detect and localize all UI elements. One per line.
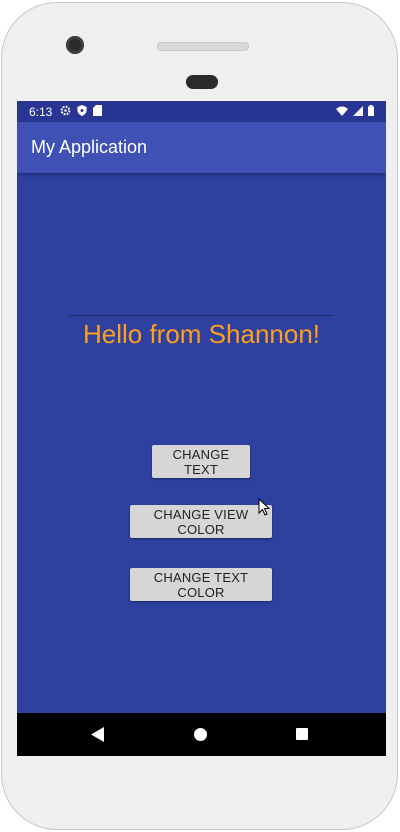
navigation-bar	[17, 713, 386, 756]
gear-icon	[60, 105, 71, 119]
change-view-color-button[interactable]: CHANGE VIEW COLOR	[130, 505, 272, 538]
device-screen: 6:13 My Application Hello from Shannon! …	[17, 101, 386, 756]
text-view-divider	[69, 315, 332, 316]
status-system-icons	[336, 104, 374, 119]
battery-icon	[368, 104, 374, 119]
proximity-sensor	[186, 75, 218, 89]
wifi-icon	[336, 105, 348, 119]
main-content: Hello from Shannon! CHANGE TEXT CHANGE V…	[17, 173, 386, 713]
mouse-pointer-icon	[258, 497, 271, 521]
sd-card-icon	[93, 104, 103, 119]
status-time: 6:13	[29, 104, 53, 119]
front-camera	[66, 36, 84, 54]
status-bar: 6:13	[17, 101, 386, 122]
home-icon[interactable]	[194, 728, 207, 741]
app-bar: My Application	[17, 122, 386, 173]
recents-icon[interactable]	[296, 728, 308, 740]
cell-signal-icon	[353, 105, 363, 119]
hello-text-view: Hello from Shannon!	[82, 319, 321, 349]
app-title: My Application	[31, 137, 148, 157]
earpiece-speaker	[157, 42, 249, 51]
change-text-color-button[interactable]: CHANGE TEXT COLOR	[130, 568, 272, 601]
change-text-button[interactable]: CHANGE TEXT	[152, 445, 250, 478]
status-notification-icons	[60, 104, 103, 119]
back-icon[interactable]	[91, 727, 105, 747]
shield-icon	[77, 104, 87, 119]
phone-frame: 6:13 My Application Hello from Shannon! …	[1, 2, 398, 830]
